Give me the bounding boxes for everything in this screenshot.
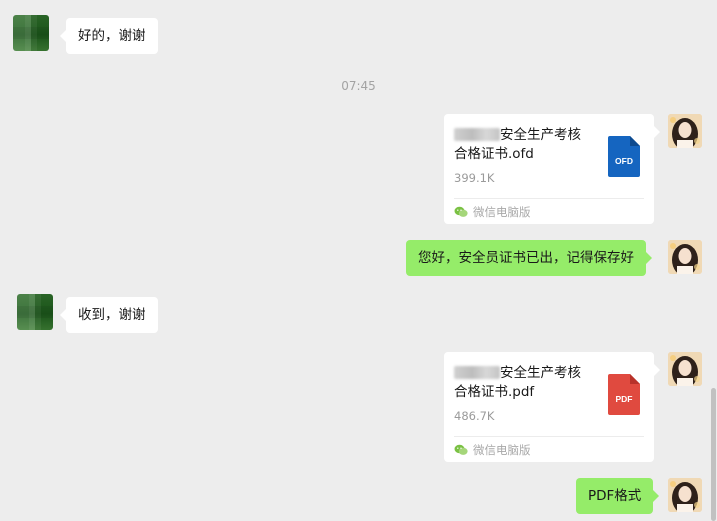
redacted-text: [454, 366, 500, 379]
file-message-pdf[interactable]: 安全生产考核 合格证书.pdf 486.7K PDF 微信电脑版: [444, 352, 660, 462]
wechat-icon: [454, 206, 468, 218]
my-avatar[interactable]: [668, 478, 702, 512]
wechat-icon: [454, 444, 468, 456]
pdf-file-icon: PDF: [608, 374, 640, 415]
scrollbar[interactable]: [711, 388, 716, 521]
my-avatar[interactable]: [668, 114, 702, 148]
chat-area: 好的，谢谢 07:45 安全生产考核 合格证书.ofd 399.1K OFD 微…: [0, 0, 717, 521]
file-name: 安全生产考核 合格证书.pdf: [454, 365, 581, 400]
file-source: 微信电脑版: [454, 204, 531, 220]
timestamp: 07:45: [341, 79, 376, 93]
my-avatar[interactable]: [668, 352, 702, 386]
my-avatar[interactable]: [668, 240, 702, 274]
message-text: 您好，安全员证书已出，记得保存好: [418, 250, 634, 266]
divider: [454, 198, 644, 199]
message-bubble-sent[interactable]: 您好，安全员证书已出，记得保存好: [406, 240, 652, 276]
message-text: 好的，谢谢: [78, 28, 146, 44]
message-bubble-received[interactable]: 收到，谢谢: [60, 297, 158, 333]
ofd-file-icon: OFD: [608, 136, 640, 177]
ofd-file-icon-label: OFD: [615, 156, 633, 166]
message-bubble-received[interactable]: 好的，谢谢: [60, 18, 158, 54]
message-text: PDF格式: [588, 488, 642, 504]
file-size: 486.7K: [454, 409, 495, 423]
contact-avatar[interactable]: [13, 15, 49, 51]
message-text: 收到，谢谢: [78, 307, 146, 323]
redacted-text: [454, 128, 500, 141]
contact-avatar[interactable]: [17, 294, 53, 330]
file-size: 399.1K: [454, 171, 495, 185]
message-bubble-sent[interactable]: PDF格式: [576, 478, 660, 514]
file-name: 安全生产考核 合格证书.ofd: [454, 127, 581, 162]
divider: [454, 436, 644, 437]
pdf-file-icon-label: PDF: [616, 394, 633, 404]
file-message-ofd[interactable]: 安全生产考核 合格证书.ofd 399.1K OFD 微信电脑版: [444, 114, 660, 224]
file-source: 微信电脑版: [454, 442, 531, 458]
